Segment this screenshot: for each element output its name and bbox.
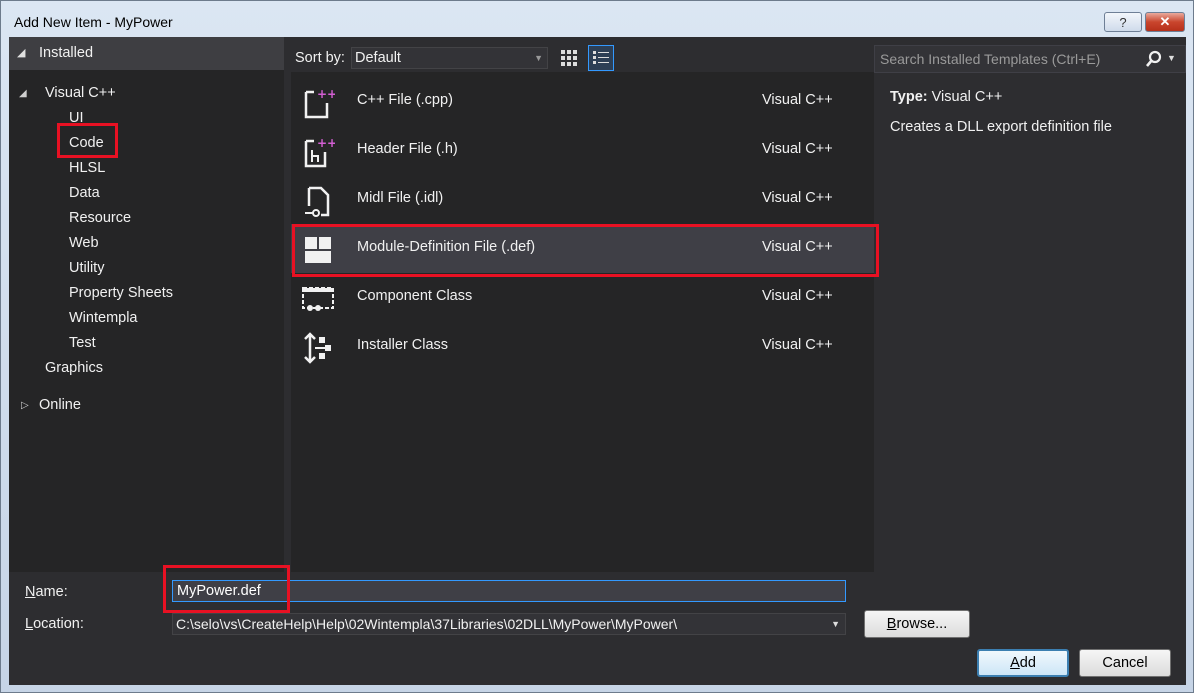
tree-item-test[interactable]: Test (69, 335, 96, 351)
svg-text:++: ++ (317, 136, 335, 150)
type-line: Type: Visual C++ (890, 89, 1002, 105)
grid-view-icon (561, 50, 577, 66)
collapsed-arrow-icon[interactable]: ▷ (21, 400, 29, 411)
help-button[interactable]: ? (1104, 12, 1142, 32)
installed-label: Installed (39, 45, 94, 61)
search-options-chevron-icon[interactable]: ▼ (1167, 53, 1176, 63)
tree-item-web[interactable]: Web (69, 235, 99, 251)
location-dropdown[interactable]: C:\selo\vs\CreateHelp\Help\02Wintempla\3… (172, 613, 846, 635)
search-placeholder: Search Installed Templates (Ctrl+E) (880, 51, 1101, 67)
item-form: Name: MyPower.def Location: C:\selo\vs\C… (9, 565, 1186, 685)
tree-item-resource[interactable]: Resource (69, 210, 131, 226)
expanded-arrow-icon[interactable]: ◢ (19, 88, 27, 99)
title-bar[interactable]: Add New Item - MyPower ? ✕ (1, 1, 1193, 37)
template-language: Visual C++ (762, 288, 833, 304)
list-view-icon (593, 51, 609, 64)
sort-dropdown[interactable]: Default ▼ (351, 47, 548, 69)
template-name: Midl File (.idl) (357, 190, 444, 206)
dialog-window: Add New Item - MyPower ? ✕ ◢ Installed ◢… (0, 0, 1194, 693)
tree-item-online[interactable]: Online (39, 397, 81, 413)
selected-template-highlight-box (292, 224, 879, 277)
search-icon[interactable] (1145, 50, 1163, 68)
installed-header[interactable]: ◢ Installed (9, 37, 284, 70)
name-highlight-box (163, 565, 290, 613)
category-tree: ◢ Installed ◢ Visual C++ UI Code HLSL Da… (9, 37, 284, 572)
tree-item-utility[interactable]: Utility (69, 260, 104, 276)
template-row[interactable]: Installer Class Visual C++ (291, 322, 874, 371)
template-name: C++ File (.cpp) (357, 92, 453, 108)
dialog-client-area: ◢ Installed ◢ Visual C++ UI Code HLSL Da… (9, 37, 1186, 685)
template-name: Component Class (357, 288, 473, 304)
header-file-icon: ++ (304, 136, 335, 168)
tree-item-graphics[interactable]: Graphics (45, 360, 103, 376)
code-highlight-box (57, 123, 118, 158)
template-name: Installer Class (357, 337, 449, 353)
template-description: Creates a DLL export definition file (890, 119, 1112, 135)
tree-item-hlsl[interactable]: HLSL (69, 160, 105, 176)
location-label: Location: (25, 616, 84, 632)
idl-file-icon (305, 186, 330, 217)
template-row[interactable]: Component Class Visual C++ (291, 273, 874, 322)
window-title: Add New Item - MyPower (14, 14, 173, 30)
template-language: Visual C++ (762, 92, 833, 108)
chevron-down-icon[interactable]: ▼ (831, 619, 840, 629)
search-templates-box[interactable]: Search Installed Templates (Ctrl+E) ▼ (874, 45, 1186, 73)
cpp-file-icon: ++ (304, 87, 335, 119)
sort-value: Default (355, 50, 401, 66)
tree-item-property-sheets[interactable]: Property Sheets (69, 285, 173, 301)
tree-item-visual-cpp[interactable]: Visual C++ (45, 85, 116, 101)
template-language: Visual C++ (762, 141, 833, 157)
svg-text:++: ++ (317, 87, 335, 101)
tree-item-wintempla[interactable]: Wintempla (69, 310, 138, 326)
location-value: C:\selo\vs\CreateHelp\Help\02Wintempla\3… (176, 616, 678, 632)
template-name: Header File (.h) (357, 141, 458, 157)
type-value: Visual C++ (931, 89, 1003, 105)
template-row[interactable]: ++ Header File (.h) Visual C++ (291, 126, 874, 175)
grid-view-button[interactable] (556, 45, 582, 71)
collapse-arrow-icon[interactable]: ◢ (17, 46, 25, 59)
cancel-button[interactable]: Cancel (1079, 649, 1171, 677)
component-class-icon (302, 287, 334, 311)
sort-label: Sort by: (295, 50, 345, 66)
chevron-down-icon: ▼ (534, 53, 543, 63)
browse-button[interactable]: Browse... (864, 610, 970, 638)
template-row[interactable]: Midl File (.idl) Visual C++ (291, 175, 874, 224)
template-language: Visual C++ (762, 337, 833, 353)
type-label: Type: (890, 89, 928, 105)
list-view-button[interactable] (588, 45, 614, 71)
installer-class-icon (304, 332, 331, 364)
close-button[interactable]: ✕ (1145, 12, 1185, 32)
tree-item-data[interactable]: Data (69, 185, 100, 201)
add-button[interactable]: Add (977, 649, 1069, 677)
template-list: ++ C++ File (.cpp) Visual C++ ++ Header … (291, 72, 874, 572)
name-label: Name: (25, 584, 68, 600)
template-row[interactable]: ++ C++ File (.cpp) Visual C++ (291, 77, 874, 126)
template-language: Visual C++ (762, 190, 833, 206)
